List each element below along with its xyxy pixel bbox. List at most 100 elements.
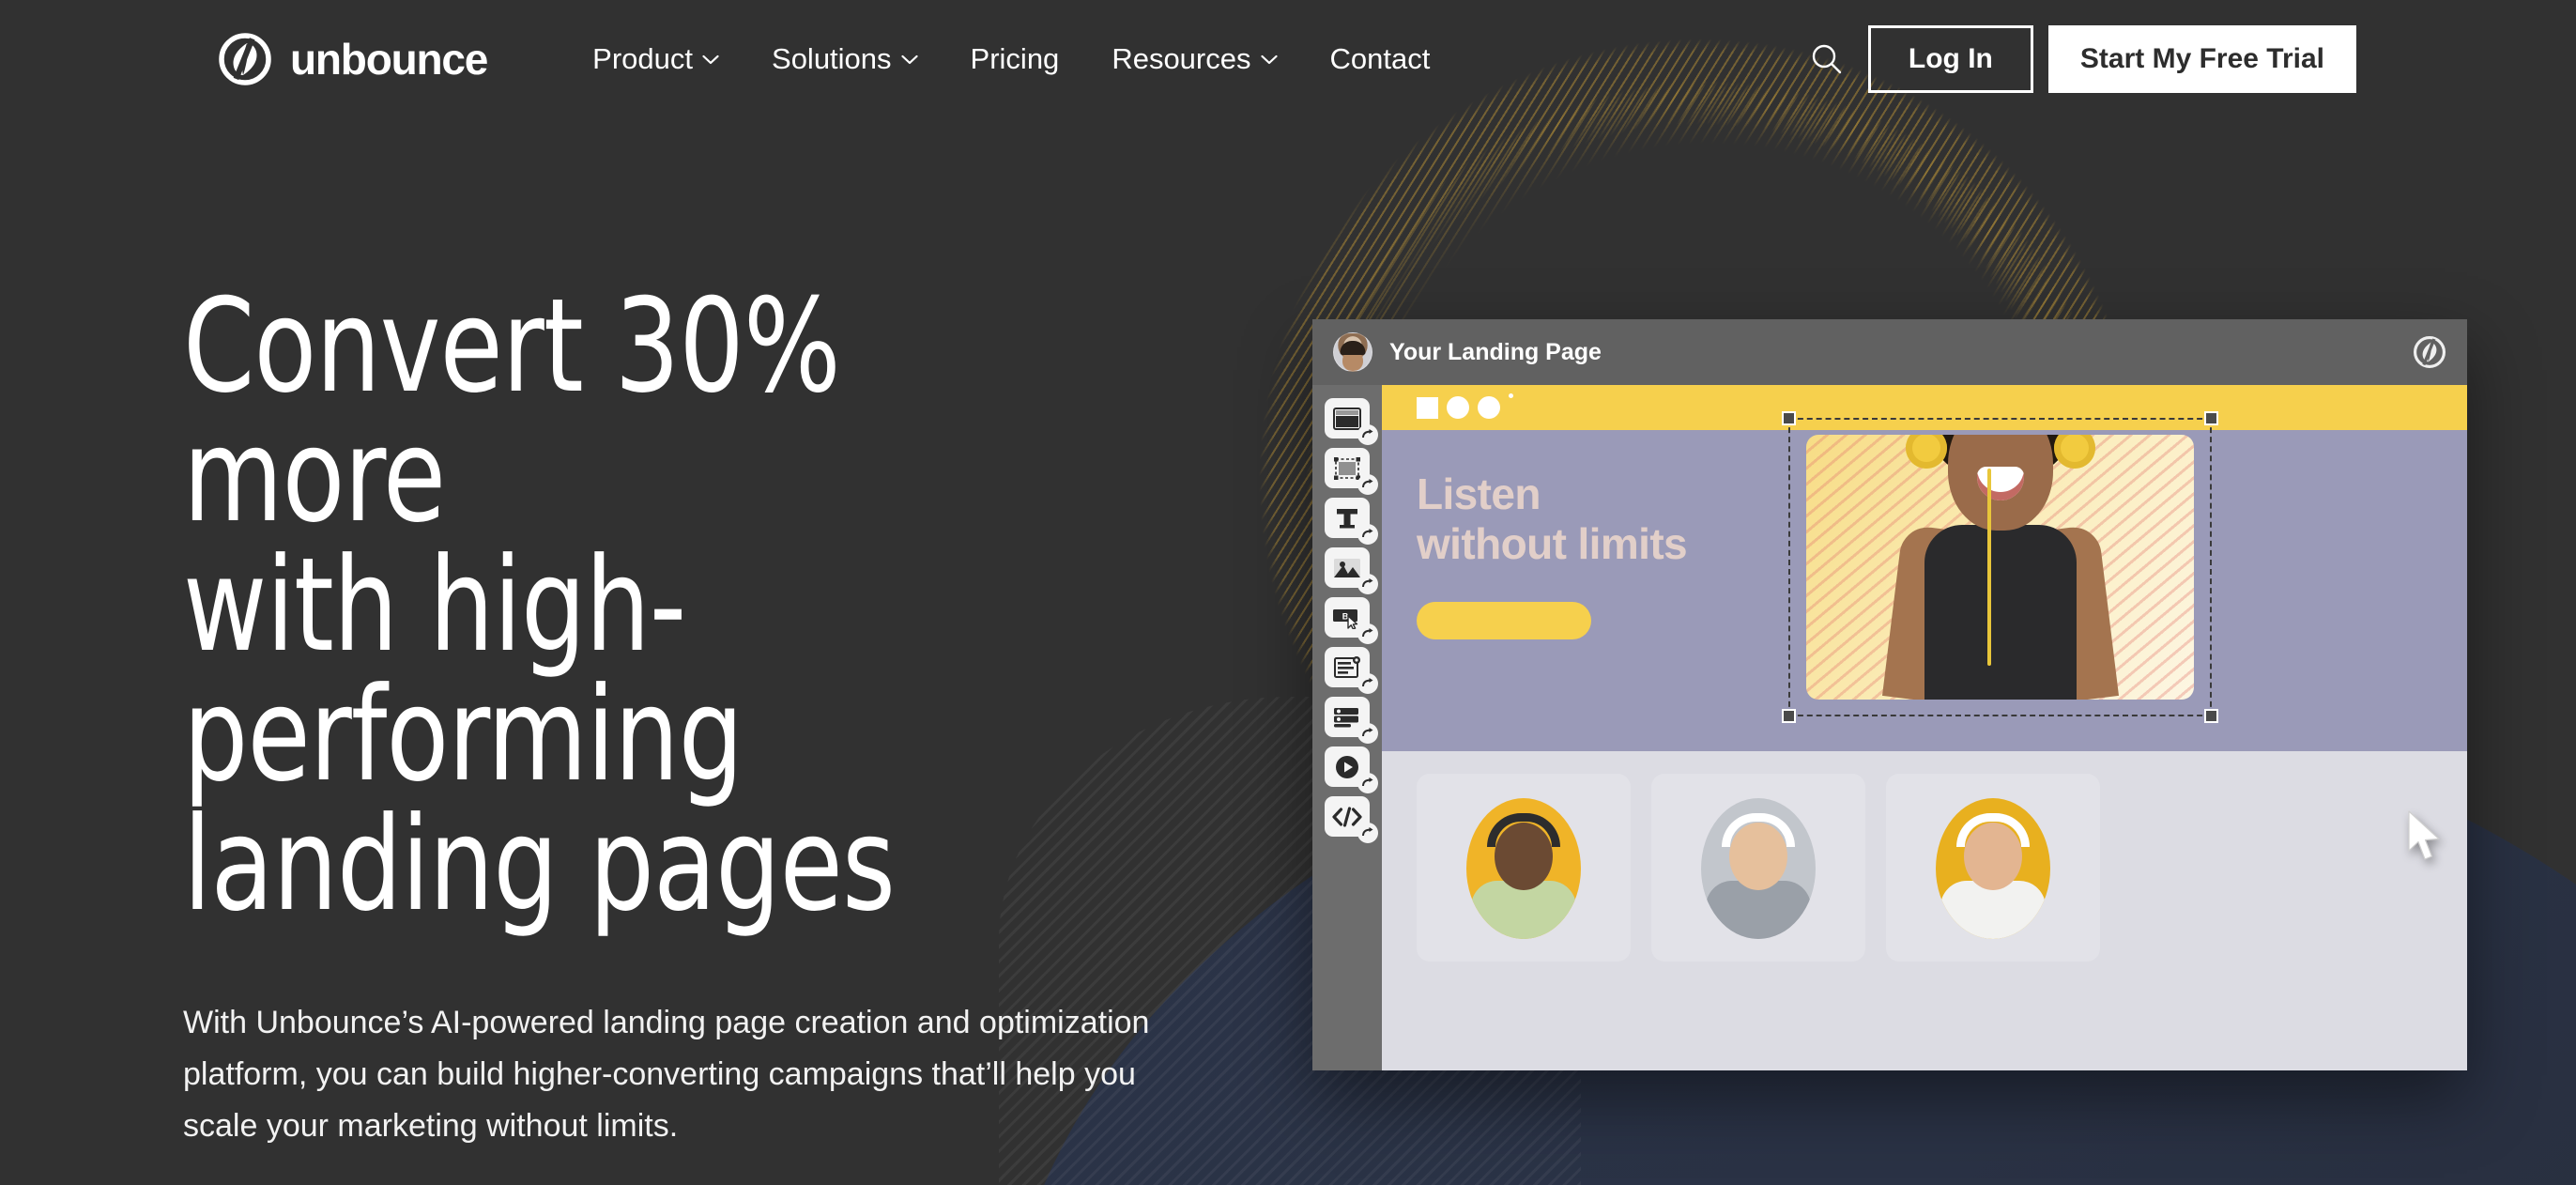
person-illustration xyxy=(1881,435,2119,700)
logo-square-shape xyxy=(1417,396,1438,419)
duplicate-badge xyxy=(1357,424,1378,445)
resize-handle-top-right[interactable] xyxy=(2204,411,2218,425)
chevron-down-icon xyxy=(900,54,918,64)
duplicate-badge xyxy=(1357,474,1378,495)
section-icon xyxy=(1333,407,1361,430)
site-header: unbounce Product Solutions Pricing Resou… xyxy=(0,0,2576,118)
nav-item-label: Solutions xyxy=(772,42,892,75)
duplicate-badge xyxy=(1357,773,1378,793)
nav-item-label: Contact xyxy=(1329,42,1431,75)
headphone-cup-right xyxy=(2053,435,2095,469)
landing-page-hero: Listen without limits xyxy=(1382,411,2467,751)
duplicate-badge xyxy=(1357,524,1378,545)
nav-item-pricing[interactable]: Pricing xyxy=(944,31,1086,87)
arrow-curve-icon xyxy=(1361,578,1372,588)
search-icon xyxy=(1812,44,1842,74)
image-icon xyxy=(1334,558,1360,577)
button-tool[interactable]: B xyxy=(1325,597,1378,644)
arrow-curve-icon xyxy=(1361,529,1372,538)
unbounce-logo-icon xyxy=(2413,335,2446,369)
headphones-icon xyxy=(1487,813,1560,847)
section-tool[interactable] xyxy=(1325,398,1378,445)
avatar xyxy=(1701,798,1816,939)
main-nav: Product Solutions Pricing Resources Cont… xyxy=(566,31,1456,87)
brand-logo-text: unbounce xyxy=(290,35,488,84)
duplicate-badge xyxy=(1357,574,1378,594)
card-3[interactable] xyxy=(1886,774,2100,962)
duplicate-badge xyxy=(1357,673,1378,694)
form-tool[interactable] xyxy=(1325,647,1378,694)
avatar xyxy=(1936,798,2050,939)
image-tool[interactable] xyxy=(1325,547,1378,594)
arrow-curve-icon xyxy=(1361,628,1372,638)
arrow-curve-icon xyxy=(1361,777,1372,787)
nav-item-label: Resources xyxy=(1112,42,1251,75)
arrow-curve-icon xyxy=(1361,827,1372,837)
logo-circle-shape-1 xyxy=(1447,396,1469,419)
text-tool[interactable] xyxy=(1325,498,1378,545)
card-1[interactable] xyxy=(1417,774,1631,962)
builder-canvas[interactable]: Listen without limits xyxy=(1382,385,2467,1070)
headline-line-1: Convert 30% more xyxy=(183,270,841,551)
headline-line-3: landing pages xyxy=(183,789,896,940)
duplicate-badge xyxy=(1357,623,1378,644)
form-icon xyxy=(1334,655,1360,678)
torso xyxy=(1924,525,2077,700)
selected-image-element[interactable] xyxy=(1782,411,2218,723)
duplicate-badge xyxy=(1357,823,1378,843)
mockup-titlebar: Your Landing Page xyxy=(1312,319,2467,385)
avatar xyxy=(1466,798,1581,939)
list-tool[interactable] xyxy=(1325,697,1378,744)
text-t-icon xyxy=(1337,508,1357,528)
login-button[interactable]: Log In xyxy=(1867,25,2033,93)
arrow-curve-icon xyxy=(1361,678,1372,687)
headphone-cup-left xyxy=(1905,435,1947,469)
video-tool[interactable] xyxy=(1325,746,1378,793)
resize-handle-bottom-right[interactable] xyxy=(2204,709,2218,723)
box-select-icon xyxy=(1334,456,1360,480)
page-title: Convert 30% more with high-performing la… xyxy=(183,282,1133,930)
card-2[interactable] xyxy=(1651,774,1865,962)
button-cursor-icon: B xyxy=(1333,608,1358,629)
user-avatar xyxy=(1333,332,1372,372)
arrow-curve-icon xyxy=(1361,479,1372,488)
start-free-trial-button[interactable]: Start My Free Trial xyxy=(2047,25,2356,93)
list-icon xyxy=(1334,707,1358,727)
unbounce-logo-icon xyxy=(219,33,271,85)
hero-subcopy: With Unbounce’s AI-powered landing page … xyxy=(183,1005,1150,1145)
nav-item-product[interactable]: Product xyxy=(566,31,745,87)
header-actions: Log In Start My Free Trial xyxy=(1801,25,2356,93)
arrow-curve-icon xyxy=(1361,728,1372,737)
search-button[interactable] xyxy=(1801,33,1853,85)
nav-item-label: Pricing xyxy=(970,42,1060,75)
headphones-icon xyxy=(1722,813,1795,847)
resize-handle-bottom-left[interactable] xyxy=(1782,709,1796,723)
nav-item-solutions[interactable]: Solutions xyxy=(745,31,944,87)
hero-photo-headphones-woman xyxy=(1806,435,2194,700)
nav-item-contact[interactable]: Contact xyxy=(1304,31,1457,87)
landing-hero-cta-button[interactable] xyxy=(1417,601,1591,639)
brand-logo-link[interactable]: unbounce xyxy=(219,33,488,85)
duplicate-badge xyxy=(1357,723,1378,744)
arrow-curve-icon xyxy=(1361,429,1372,439)
mockup-body: B Listen without limits xyxy=(1312,385,2467,1070)
nav-item-label: Product xyxy=(592,42,694,75)
chevron-down-icon xyxy=(1260,54,1278,64)
code-tool[interactable] xyxy=(1325,796,1378,843)
nav-item-resources[interactable]: Resources xyxy=(1085,31,1303,87)
landing-page-cards-row xyxy=(1382,751,2467,962)
builder-app-mockup: Your Landing Page B Listen without limit… xyxy=(1312,319,2467,1070)
resize-handle-top-left[interactable] xyxy=(1782,411,1796,425)
headphones-icon xyxy=(1956,813,2030,847)
builder-toolbar: B xyxy=(1312,385,1382,1070)
chevron-down-icon xyxy=(702,54,719,64)
logo-circle-shape-2 xyxy=(1478,396,1500,419)
code-brackets-icon xyxy=(1332,806,1362,827)
headphone-cord xyxy=(1986,469,1991,666)
logo-dot-shape xyxy=(1509,393,1513,398)
hero-section: Convert 30% more with high-performing la… xyxy=(183,282,1263,1185)
headline-line-2: with high-performing xyxy=(183,530,744,810)
video-play-icon xyxy=(1336,755,1358,778)
mockup-page-title: Your Landing Page xyxy=(1389,338,1602,365)
box-tool[interactable] xyxy=(1325,448,1378,495)
